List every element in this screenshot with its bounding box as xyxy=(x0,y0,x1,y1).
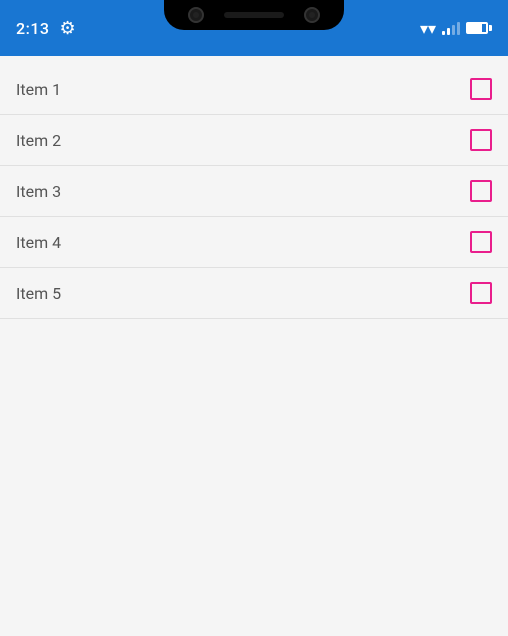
checkbox-1[interactable] xyxy=(470,78,492,100)
camera-icon-2 xyxy=(304,7,320,23)
battery-tip xyxy=(489,25,492,31)
battery-body xyxy=(466,22,488,34)
gear-icon: ⚙ xyxy=(60,18,76,39)
checkbox-2[interactable] xyxy=(470,129,492,151)
battery-icon xyxy=(466,22,492,34)
list-item: Item 2 xyxy=(0,115,508,165)
divider xyxy=(0,318,508,319)
item-label-2: Item 2 xyxy=(16,131,470,150)
signal-icon xyxy=(442,21,460,35)
speaker-icon xyxy=(224,12,284,18)
item-label-4: Item 4 xyxy=(16,233,470,252)
item-label-3: Item 3 xyxy=(16,182,470,201)
camera-icon xyxy=(188,7,204,23)
content-area: Item 1 Item 2 Item 3 Item 4 Item 5 xyxy=(0,56,508,636)
item-label-1: Item 1 xyxy=(16,80,470,99)
checkbox-5[interactable] xyxy=(470,282,492,304)
status-bar: 2:13 ⚙ ▾▾ xyxy=(0,0,508,56)
signal-bar-1 xyxy=(442,31,445,35)
notch xyxy=(164,0,344,30)
status-left: 2:13 ⚙ xyxy=(16,18,76,39)
item-label-5: Item 5 xyxy=(16,284,470,303)
list-item: Item 5 xyxy=(0,268,508,318)
list-item: Item 1 xyxy=(0,64,508,114)
status-time: 2:13 xyxy=(16,19,50,38)
checkbox-4[interactable] xyxy=(470,231,492,253)
signal-bar-2 xyxy=(447,28,450,35)
wifi-icon: ▾▾ xyxy=(420,19,436,38)
checkbox-3[interactable] xyxy=(470,180,492,202)
signal-bar-3 xyxy=(452,25,455,35)
list-item: Item 4 xyxy=(0,217,508,267)
signal-bar-4 xyxy=(457,22,460,35)
battery-fill xyxy=(468,24,482,32)
status-right: ▾▾ xyxy=(420,19,492,38)
list-item: Item 3 xyxy=(0,166,508,216)
